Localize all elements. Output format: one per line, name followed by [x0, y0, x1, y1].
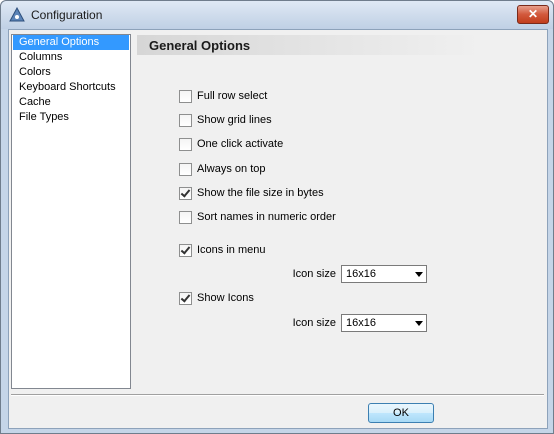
show-icons-option[interactable]: Show Icons: [179, 290, 254, 306]
always-on-top-checkbox[interactable]: [179, 162, 192, 176]
options-category-list[interactable]: General Options Columns Colors Keyboard …: [11, 34, 131, 389]
full-row-select-label: Full row select: [197, 90, 268, 102]
icons-in-menu-label: Icons in menu: [197, 244, 266, 256]
one-click-activate-checkbox[interactable]: [179, 137, 192, 151]
nav-item-cache[interactable]: Cache: [13, 95, 129, 110]
menu-icon-size-dropdown[interactable]: 16x16: [341, 265, 427, 283]
show-icons-size-dropdown[interactable]: 16x16: [341, 314, 427, 332]
title-bar[interactable]: Configuration ✕: [1, 1, 553, 29]
chevron-down-icon: [415, 321, 423, 326]
show-grid-lines-option[interactable]: Show grid lines: [179, 112, 272, 128]
panel-title: General Options: [149, 38, 251, 53]
always-on-top-option[interactable]: Always on top: [179, 161, 265, 177]
close-icon: ✕: [527, 7, 539, 21]
show-file-size-bytes-checkbox[interactable]: [179, 186, 192, 200]
menu-icon-size-label: Icon size: [292, 268, 336, 280]
full-row-select-checkbox[interactable]: [179, 89, 192, 103]
icons-in-menu-checkbox[interactable]: [179, 243, 192, 257]
panel-header: General Options: [137, 35, 482, 55]
sort-names-numeric-option[interactable]: Sort names in numeric order: [179, 209, 336, 225]
sort-names-numeric-label: Sort names in numeric order: [197, 211, 336, 223]
show-grid-lines-label: Show grid lines: [197, 114, 272, 126]
always-on-top-label: Always on top: [197, 163, 266, 175]
one-click-activate-option[interactable]: One click activate: [179, 136, 283, 152]
nav-item-keyboard-shortcuts[interactable]: Keyboard Shortcuts: [13, 80, 129, 95]
full-row-select-option[interactable]: Full row select: [179, 88, 267, 104]
show-file-size-bytes-option[interactable]: Show the file size in bytes: [179, 185, 324, 201]
nav-item-general-options[interactable]: General Options: [13, 35, 129, 50]
show-grid-lines-checkbox[interactable]: [179, 113, 192, 127]
show-icons-size-value: 16x16: [346, 317, 376, 329]
ok-button[interactable]: OK: [368, 403, 434, 423]
show-icons-size-label: Icon size: [292, 317, 336, 329]
footer-divider: [11, 394, 544, 396]
menu-icon-size-row: Icon size 16x16: [288, 264, 427, 284]
sort-names-numeric-checkbox[interactable]: [179, 210, 192, 224]
show-icons-checkbox[interactable]: [179, 291, 192, 305]
nav-item-columns[interactable]: Columns: [13, 50, 129, 65]
nav-item-file-types[interactable]: File Types: [13, 110, 129, 125]
configuration-window: Configuration ✕ General Options Columns …: [0, 0, 554, 434]
nav-item-colors[interactable]: Colors: [13, 65, 129, 80]
dialog-body: General Options Columns Colors Keyboard …: [8, 29, 548, 429]
one-click-activate-label: One click activate: [197, 138, 284, 150]
window-title: Configuration: [31, 8, 103, 22]
close-button[interactable]: ✕: [517, 5, 549, 24]
show-icons-label: Show Icons: [197, 292, 254, 304]
app-icon: [9, 7, 25, 22]
show-icons-size-row: Icon size 16x16: [288, 313, 427, 333]
show-file-size-bytes-label: Show the file size in bytes: [197, 187, 324, 199]
icons-in-menu-option[interactable]: Icons in menu: [179, 242, 265, 258]
chevron-down-icon: [415, 272, 423, 277]
menu-icon-size-value: 16x16: [346, 268, 376, 280]
